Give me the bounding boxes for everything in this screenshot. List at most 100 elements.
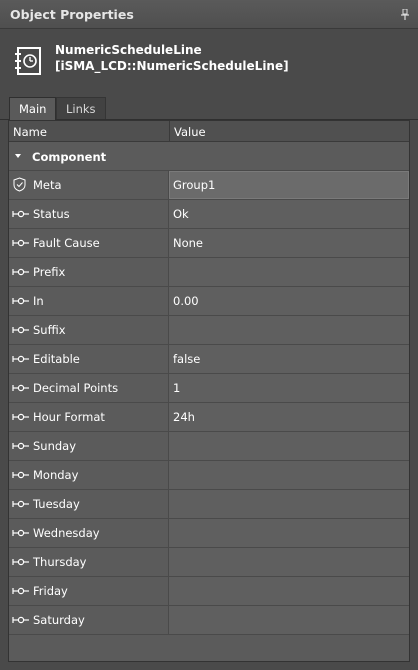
panel-title: Object Properties <box>10 7 134 22</box>
collapse-arrow-icon[interactable] <box>15 154 21 158</box>
property-grid: Name Value Component Meta Group1 Status … <box>8 120 410 662</box>
property-value-field[interactable] <box>169 432 409 460</box>
tab-bar: Main Links <box>0 95 418 121</box>
panel-title-bar: Object Properties <box>0 0 418 29</box>
property-name-cell: Wednesday <box>9 519 169 547</box>
property-name-cell: Sunday <box>9 432 169 460</box>
property-value-field[interactable] <box>169 316 409 344</box>
property-row-hour-format[interactable]: Hour Format 24h <box>9 403 409 432</box>
column-divider[interactable] <box>169 121 170 142</box>
property-value-field[interactable] <box>169 606 409 634</box>
property-row-tuesday[interactable]: Tuesday <box>9 490 409 519</box>
property-name: Sunday <box>33 439 77 453</box>
property-row-meta[interactable]: Meta Group1 <box>9 171 409 200</box>
property-name: Tuesday <box>33 497 80 511</box>
section-label: Component <box>32 150 107 164</box>
property-value: Group1 <box>173 178 216 192</box>
slot-connector-icon <box>12 210 29 218</box>
slot-connector-icon <box>12 297 29 305</box>
property-row-prefix[interactable]: Prefix <box>9 258 409 287</box>
column-header-value[interactable]: Value <box>174 125 206 139</box>
slot-connector-icon <box>12 384 29 392</box>
property-name-cell: Saturday <box>9 606 169 634</box>
property-value-field[interactable] <box>169 577 409 605</box>
property-name: Thursday <box>33 555 87 569</box>
property-row-friday[interactable]: Friday <box>9 577 409 606</box>
property-value-field[interactable] <box>169 490 409 518</box>
component-type: [iSMA_LCD::NumericScheduleLine] <box>55 59 289 73</box>
property-name-cell: Editable <box>9 345 169 373</box>
property-name: Monday <box>33 468 79 482</box>
property-name: Wednesday <box>33 526 100 540</box>
property-name-cell: Meta <box>9 171 169 199</box>
slot-connector-icon <box>12 529 29 537</box>
slot-connector-icon <box>12 500 29 508</box>
property-value: 0.00 <box>173 294 199 308</box>
property-name-cell: Thursday <box>9 548 169 576</box>
property-value-field[interactable] <box>169 548 409 576</box>
schedule-component-icon <box>15 47 41 75</box>
property-name: Meta <box>33 178 62 192</box>
property-name: Fault Cause <box>33 236 100 250</box>
property-row-sunday[interactable]: Sunday <box>9 432 409 461</box>
property-name: In <box>33 294 44 308</box>
property-row-decimal-points[interactable]: Decimal Points 1 <box>9 374 409 403</box>
pin-icon[interactable] <box>400 9 410 21</box>
property-value-field[interactable]: 0.00 <box>169 287 409 315</box>
slot-connector-icon <box>12 442 29 450</box>
slot-connector-icon <box>12 268 29 276</box>
slot-connector-icon <box>12 413 29 421</box>
property-value-field[interactable]: Group1 <box>169 171 409 199</box>
tab-main[interactable]: Main <box>9 97 57 121</box>
column-header-name[interactable]: Name <box>13 125 47 139</box>
property-name: Status <box>33 207 70 221</box>
section-component[interactable]: Component <box>9 142 409 171</box>
property-row-thursday[interactable]: Thursday <box>9 548 409 577</box>
property-value-field[interactable]: 24h <box>169 403 409 431</box>
component-name: NumericScheduleLine <box>55 43 202 57</box>
property-row-monday[interactable]: Monday <box>9 461 409 490</box>
property-name-cell: Tuesday <box>9 490 169 518</box>
tab-links[interactable]: Links <box>56 97 106 119</box>
property-name: Saturday <box>33 613 85 627</box>
property-name: Hour Format <box>33 410 105 424</box>
property-name-cell: Hour Format <box>9 403 169 431</box>
property-value: None <box>173 236 204 250</box>
shield-icon <box>13 177 26 192</box>
property-row-suffix[interactable]: Suffix <box>9 316 409 345</box>
property-value-field[interactable] <box>169 258 409 286</box>
property-name-cell: Prefix <box>9 258 169 286</box>
property-name-cell: Decimal Points <box>9 374 169 402</box>
grid-header: Name Value <box>9 121 409 142</box>
property-row-status[interactable]: Status Ok <box>9 200 409 229</box>
component-header: NumericScheduleLine [iSMA_LCD::NumericSc… <box>0 29 418 95</box>
slot-connector-icon <box>12 355 29 363</box>
property-name: Decimal Points <box>33 381 119 395</box>
property-value-field[interactable] <box>169 461 409 489</box>
property-name-cell: In <box>9 287 169 315</box>
property-name: Suffix <box>33 323 66 337</box>
slot-connector-icon <box>12 587 29 595</box>
property-name-cell: Monday <box>9 461 169 489</box>
property-value-field[interactable]: None <box>169 229 409 257</box>
property-value: Ok <box>173 207 189 221</box>
property-value: 24h <box>173 410 195 424</box>
property-row-wednesday[interactable]: Wednesday <box>9 519 409 548</box>
property-name-cell: Fault Cause <box>9 229 169 257</box>
property-row-editable[interactable]: Editable false <box>9 345 409 374</box>
property-value: 1 <box>173 381 181 395</box>
slot-connector-icon <box>12 558 29 566</box>
property-value-field[interactable]: false <box>169 345 409 373</box>
property-name: Friday <box>33 584 68 598</box>
grid-empty-area <box>9 635 409 661</box>
property-value-field[interactable]: Ok <box>169 200 409 228</box>
property-name-cell: Suffix <box>9 316 169 344</box>
property-value-field[interactable] <box>169 519 409 547</box>
property-value: false <box>173 352 201 366</box>
property-row-fault-cause[interactable]: Fault Cause None <box>9 229 409 258</box>
property-value-field[interactable]: 1 <box>169 374 409 402</box>
slot-connector-icon <box>12 326 29 334</box>
property-row-saturday[interactable]: Saturday <box>9 606 409 635</box>
property-row-in[interactable]: In 0.00 <box>9 287 409 316</box>
property-name: Editable <box>33 352 80 366</box>
